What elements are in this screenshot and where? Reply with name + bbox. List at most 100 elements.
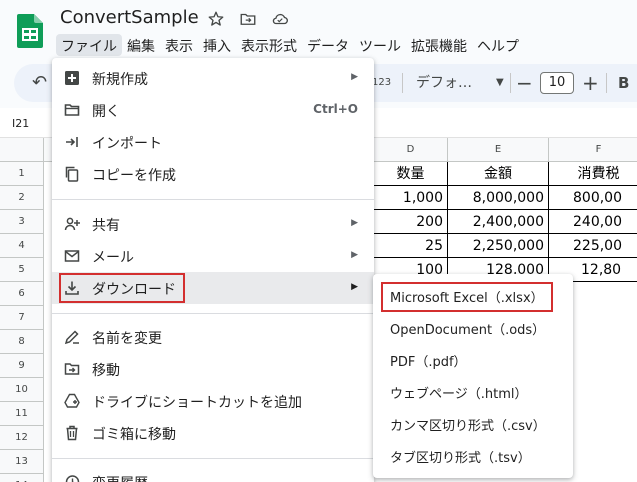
copy-icon (65, 166, 79, 182)
menu-item-label: メール (92, 250, 134, 266)
table-cell[interactable]: 225,00 (549, 234, 637, 258)
move-folder-icon[interactable] (239, 10, 257, 28)
download-ods[interactable]: OpenDocument（.ods） (373, 312, 573, 344)
row-header[interactable]: 3 (0, 210, 44, 234)
table-cell[interactable]: 200 (374, 210, 448, 234)
rename-icon (64, 330, 79, 345)
menu-format[interactable]: 表示形式 (236, 34, 302, 56)
download-csv[interactable]: カンマ区切り形式（.csv） (373, 408, 573, 440)
menu-item-new[interactable]: 新規作成 ▶ (52, 62, 374, 94)
menu-item-trash[interactable]: ゴミ箱に移動 (52, 417, 374, 449)
row-header[interactable]: 9 (0, 354, 44, 378)
menu-item-rename[interactable]: 名前を変更 (52, 321, 374, 353)
table-cell[interactable]: 8,000,000 (448, 186, 549, 210)
submenu-arrow-icon: ▶ (351, 72, 358, 82)
mail-icon (64, 250, 80, 262)
menu-item-copy[interactable]: コピーを作成 (52, 158, 374, 190)
table-cell[interactable]: 240,00 (549, 210, 637, 234)
table-cell[interactable]: 2,250,000 (448, 234, 549, 258)
star-icon[interactable] (207, 10, 225, 28)
menu-item-move[interactable]: 移動 (52, 353, 374, 385)
new-sheet-icon (65, 71, 79, 85)
row-header[interactable]: 12 (0, 426, 44, 450)
sheets-logo-icon[interactable] (17, 14, 43, 48)
table-header-cell[interactable]: 消費税 (549, 162, 637, 186)
menu-edit[interactable]: 編集 (122, 34, 160, 56)
menu-view[interactable]: 表示 (160, 34, 198, 56)
drive-shortcut-icon (64, 393, 80, 408)
chevron-down-icon[interactable]: ▼ (496, 64, 504, 102)
file-menu: 新規作成 ▶ 開く Ctrl+O インポート コピーを作成 共有 ▶ メール ▶… (52, 58, 374, 482)
row-header[interactable]: 6 (0, 282, 44, 306)
download-html[interactable]: ウェブページ（.html） (373, 376, 573, 408)
table-header-cell[interactable]: 数量 (374, 162, 448, 186)
menu-insert[interactable]: 挿入 (198, 34, 236, 56)
menu-data[interactable]: データ (302, 34, 354, 56)
menu-item-label: ドライブにショートカットを追加 (92, 395, 302, 411)
submenu-arrow-icon: ▶ (351, 282, 358, 292)
select-all-corner[interactable] (0, 138, 44, 162)
menu-extensions[interactable]: 拡張機能 (406, 34, 472, 56)
table-cell[interactable]: 1,000 (374, 186, 448, 210)
document-title[interactable]: ConvertSample (60, 7, 199, 28)
increase-font-size-button[interactable]: + (582, 64, 599, 102)
column-header-f[interactable]: F (549, 138, 637, 162)
bold-button[interactable]: B (618, 64, 629, 102)
table-header-cell[interactable]: 金額 (448, 162, 549, 186)
menu-divider (52, 458, 374, 459)
submenu-item-label: タブ区切り形式（.tsv） (390, 451, 531, 466)
column-header-d[interactable]: D (374, 138, 448, 162)
menu-item-label: コピーを作成 (92, 168, 176, 184)
highlight-box-xlsx (381, 282, 553, 312)
font-select[interactable]: デフォ… (416, 64, 472, 102)
folder-icon (64, 104, 80, 116)
table-cell[interactable]: 2,400,000 (448, 210, 549, 234)
menu-item-label: 変更履歴 (92, 473, 148, 482)
name-box[interactable]: I21 (12, 117, 29, 130)
undo-icon[interactable]: ↶ (32, 64, 47, 102)
toolbar-divider (510, 73, 511, 93)
cloud-status-icon[interactable] (271, 10, 289, 28)
menu-item-version-history[interactable]: 変更履歴 (52, 466, 374, 482)
menu-item-open[interactable]: 開く Ctrl+O (52, 94, 374, 126)
row-header[interactable]: 11 (0, 402, 44, 426)
download-tsv[interactable]: タブ区切り形式（.tsv） (373, 440, 573, 472)
move-folder-icon (64, 363, 80, 375)
row-header[interactable]: 1 (0, 162, 44, 186)
menu-item-share[interactable]: 共有 ▶ (52, 208, 374, 240)
row-header[interactable]: 4 (0, 234, 44, 258)
column-header-e[interactable]: E (448, 138, 549, 162)
menu-item-label: 新規作成 (92, 72, 148, 88)
row-header[interactable]: 10 (0, 378, 44, 402)
spreadsheet-window: ConvertSample ファイル 編集 表示 挿入 表示形式 データ ツール… (0, 0, 637, 482)
table-cell[interactable]: 25 (374, 234, 448, 258)
download-pdf[interactable]: PDF（.pdf） (373, 344, 573, 376)
row-header[interactable]: 7 (0, 306, 44, 330)
row-header[interactable]: 5 (0, 258, 44, 282)
menu-item-import[interactable]: インポート (52, 126, 374, 158)
row-header[interactable]: 14 (0, 474, 44, 482)
toolbar-divider (402, 73, 403, 93)
menu-help[interactable]: ヘルプ (472, 34, 524, 56)
menu-tools[interactable]: ツール (354, 34, 406, 56)
submenu-item-label: OpenDocument（.ods） (390, 323, 546, 338)
row-header[interactable]: 13 (0, 450, 44, 474)
menu-bar: ファイル 編集 表示 挿入 表示形式 データ ツール 拡張機能 ヘルプ (56, 34, 524, 56)
font-size-input[interactable]: 10 (540, 72, 574, 94)
row-header[interactable]: 2 (0, 186, 44, 210)
decrease-font-size-button[interactable]: − (516, 64, 533, 102)
menu-file[interactable]: ファイル (56, 34, 122, 56)
submenu-item-label: ウェブページ（.html） (390, 387, 528, 402)
menu-item-label: 移動 (92, 363, 120, 379)
table-cell[interactable]: 800,00 (549, 186, 637, 210)
row-header[interactable]: 8 (0, 330, 44, 354)
highlight-box-download (59, 273, 185, 303)
submenu-item-label: PDF（.pdf） (390, 355, 467, 370)
submenu-arrow-icon: ▶ (351, 250, 358, 260)
menu-item-label: インポート (92, 136, 162, 152)
menu-item-email[interactable]: メール ▶ (52, 240, 374, 272)
menu-item-label: 共有 (92, 218, 120, 234)
menu-item-add-shortcut[interactable]: ドライブにショートカットを追加 (52, 385, 374, 417)
more-formats-button[interactable]: 123 (372, 64, 391, 102)
import-icon (66, 137, 78, 147)
